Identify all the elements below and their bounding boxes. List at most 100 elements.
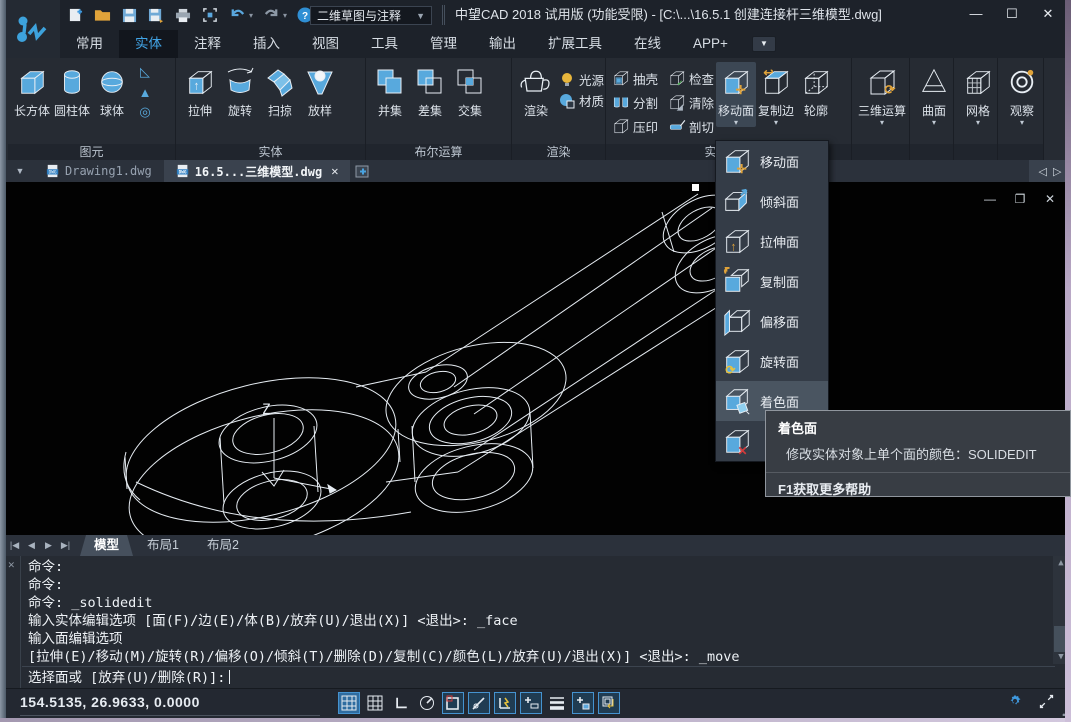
imprint-button[interactable]: 压印 [610, 114, 660, 138]
ribbon-tab-7[interactable]: 管理 [414, 30, 473, 58]
ortho-toggle[interactable] [390, 692, 412, 714]
first-layout-icon[interactable]: |◀ [6, 540, 23, 551]
close-tab-icon[interactable]: ✕ [331, 164, 338, 178]
scroll-right-icon[interactable]: ▷ [1053, 165, 1061, 178]
chevron-down-icon[interactable]: ▾ [249, 11, 253, 20]
next-layout-icon[interactable]: ▶ [40, 540, 57, 551]
ribbon-tab-3[interactable]: 注释 [178, 30, 237, 58]
command-prompt[interactable]: 选择面或 [放弃(U)/删除(R)]: [28, 668, 230, 688]
open-file-icon[interactable] [93, 6, 111, 24]
save-icon[interactable] [120, 6, 138, 24]
dyninput-toggle[interactable] [520, 692, 542, 714]
app-logo-icon[interactable] [6, 0, 60, 58]
chevron-down-icon[interactable]: ▾ [283, 11, 287, 20]
scroll-left-icon[interactable]: ◁ [1039, 165, 1047, 178]
mdi-close-button[interactable]: ✕ [1043, 192, 1057, 206]
layout-tab-3[interactable]: 布局2 [193, 535, 253, 556]
lineweight-toggle[interactable] [546, 692, 568, 714]
light-button[interactable]: 光源 [556, 70, 606, 89]
loft-button[interactable]: 放样 [300, 62, 340, 119]
quickprop-toggle[interactable] [572, 692, 594, 714]
ribbon-tab-11[interactable]: APP+ [677, 30, 744, 58]
move-face-button[interactable]: ✛ 移动面 ▾ [716, 62, 756, 127]
menu-item-extrude-face[interactable]: ↑ 拉伸面 [716, 221, 828, 261]
ribbon-tab-1[interactable]: 常用 [60, 30, 119, 58]
extrude-button[interactable]: ↑ 拉伸 [180, 62, 220, 119]
cylinder-button[interactable]: 圆柱体 [52, 62, 92, 119]
op3d-button[interactable]: ⟳ 三维运算 ▾ [856, 62, 908, 127]
grid-toggle[interactable] [364, 692, 386, 714]
undo-icon[interactable] [228, 6, 246, 24]
box-button[interactable]: 长方体 [12, 62, 52, 119]
check-button[interactable]: ✓ 检查 [666, 66, 716, 90]
settings-gear-icon[interactable] [1006, 692, 1024, 710]
document-tab-2[interactable]: DWG 16.5...三维模型.dwg ✕ [164, 160, 351, 182]
mesh-button[interactable]: 网格 ▾ [958, 62, 998, 127]
ribbon-collapse-icon[interactable]: ▼ [752, 36, 776, 52]
ribbon-tab-5[interactable]: 视图 [296, 30, 355, 58]
slice-button[interactable]: 剖切 [666, 114, 716, 138]
command-close-icon[interactable]: ✕ [8, 558, 15, 571]
union-button[interactable]: 并集 [370, 62, 410, 119]
prev-layout-icon[interactable]: ◀ [23, 540, 40, 551]
otrack-toggle[interactable] [468, 692, 490, 714]
polar-toggle[interactable] [416, 692, 438, 714]
document-tab-1[interactable]: DWG Drawing1.dwg [34, 160, 164, 182]
save-as-icon[interactable] [147, 6, 165, 24]
layout-tab-1[interactable]: 模型 [80, 535, 133, 556]
layout-tab-2[interactable]: 布局1 [133, 535, 193, 556]
maximize-button[interactable]: ☐ [1001, 4, 1023, 24]
intersect-button[interactable]: 交集 [450, 62, 490, 119]
workspace-selector[interactable]: 二维草图与注释 ▼ [310, 6, 432, 25]
mdi-restore-button[interactable]: ❐ [1013, 192, 1027, 206]
menu-item-offset-face[interactable]: 偏移面 [716, 301, 828, 341]
new-file-icon[interactable] [66, 6, 84, 24]
redo-icon[interactable] [262, 6, 280, 24]
material-button[interactable]: 材质 [556, 91, 606, 110]
last-layout-icon[interactable]: ▶| [57, 540, 74, 551]
cycle-toggle[interactable] [598, 692, 620, 714]
chevron-down-icon: ▾ [880, 119, 884, 127]
shell-button[interactable]: ▣ 抽壳 [610, 66, 660, 90]
close-button[interactable]: ✕ [1037, 4, 1059, 24]
offset-face-icon [722, 306, 752, 336]
command-gutter[interactable]: ✕ [6, 556, 21, 688]
ducs-toggle[interactable] [494, 692, 516, 714]
torus-icon[interactable]: ◎ [136, 104, 154, 120]
fullscreen-icon[interactable] [1038, 693, 1055, 710]
command-window[interactable]: ✕ 命令:命令:命令: _solidedit输入实体编辑选项 [面(F)/边(E… [6, 556, 1071, 688]
sweep-button[interactable]: 扫掠 [260, 62, 300, 119]
wedge-icon[interactable]: ◺ [136, 64, 154, 80]
menu-item-rotate-face[interactable]: ⟳ 旋转面 [716, 341, 828, 381]
sphere-button[interactable]: 球体 [92, 62, 132, 119]
menu-item-copy-face[interactable]: 复制面 [716, 261, 828, 301]
mdi-minimize-button[interactable]: — [983, 192, 997, 206]
copy-edge-button[interactable]: ↩ 复制边 ▾ [756, 62, 796, 127]
doc-list-dropdown-icon[interactable]: ▼ [6, 160, 34, 182]
svg-text:↩: ↩ [763, 67, 773, 79]
ribbon-tab-2[interactable]: 实体 [119, 30, 178, 58]
observe-button[interactable]: 观察 ▾ [1002, 62, 1042, 127]
print-icon[interactable] [174, 6, 192, 24]
ribbon-tab-9[interactable]: 扩展工具 [532, 30, 618, 58]
menu-item-taper-face[interactable]: 倾斜面 [716, 181, 828, 221]
ribbon-tab-10[interactable]: 在线 [618, 30, 677, 58]
ribbon-tab-4[interactable]: 插入 [237, 30, 296, 58]
render-button[interactable]: 渲染 [516, 62, 556, 119]
revolve-button[interactable]: 旋转 [220, 62, 260, 119]
ribbon-tab-8[interactable]: 输出 [473, 30, 532, 58]
snap-toggle[interactable] [338, 692, 360, 714]
cone-icon[interactable]: ▲ [136, 84, 154, 100]
tooltip: 着色面 修改实体对象上单个面的颜色：SOLIDEDIT F1获取更多帮助 [765, 410, 1071, 497]
osnap-toggle[interactable] [442, 692, 464, 714]
ribbon-tab-6[interactable]: 工具 [355, 30, 414, 58]
minimize-button[interactable]: — [965, 4, 987, 24]
clean-button[interactable]: ◢ 清除 [666, 90, 716, 114]
new-document-button[interactable] [350, 160, 376, 182]
surface-button[interactable]: 曲面 ▾ [914, 62, 954, 127]
menu-item-move-face[interactable]: ✛ 移动面 [716, 141, 828, 181]
separate-button[interactable]: 分割 [610, 90, 660, 114]
subtract-button[interactable]: 差集 [410, 62, 450, 119]
outline-button[interactable]: 轮廓 [796, 62, 836, 119]
plot-preview-icon[interactable] [201, 6, 219, 24]
